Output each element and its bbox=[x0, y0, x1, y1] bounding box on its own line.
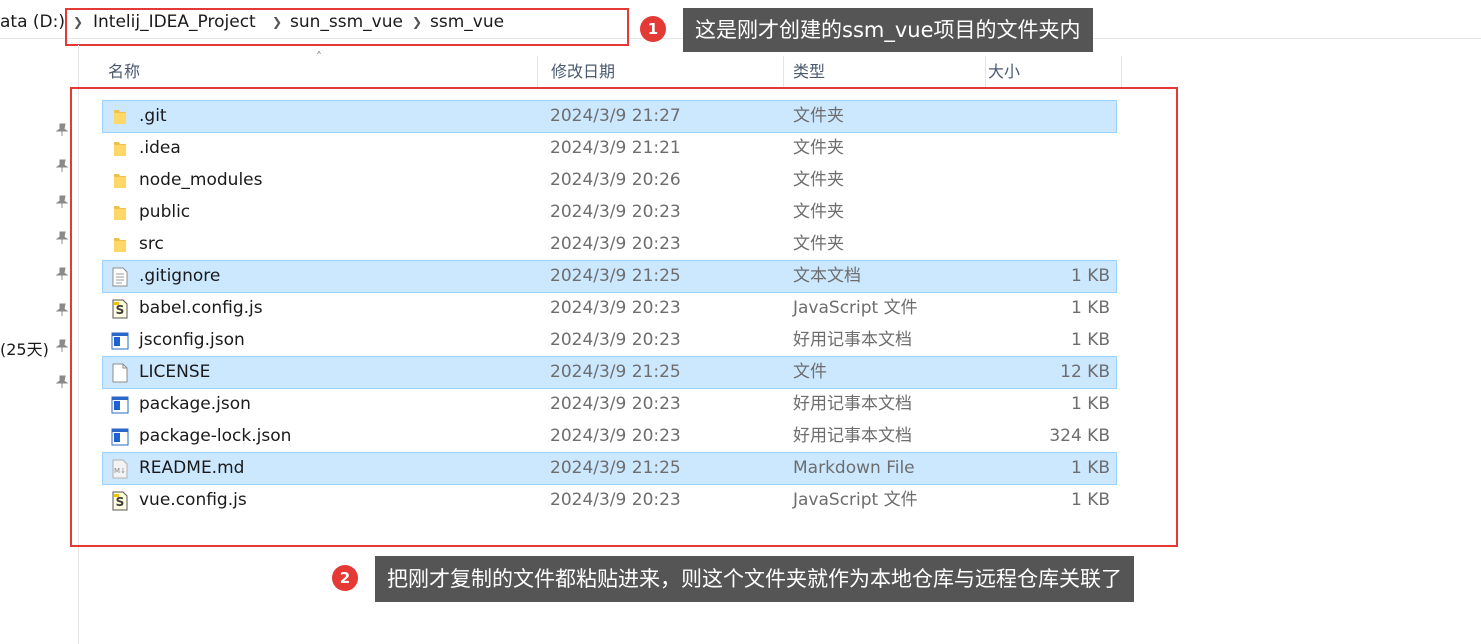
column-header-size[interactable]: 大小 bbox=[974, 52, 1124, 88]
nav-item-partial[interactable]: (25天) bbox=[0, 336, 49, 360]
file-explorer: ata (D:) ❯ Intelij_IDEA_Project ❯ sun_ss… bbox=[0, 0, 1481, 644]
pin-icon[interactable] bbox=[56, 267, 68, 281]
pin-icon[interactable] bbox=[56, 159, 68, 173]
annotation-box-address bbox=[65, 8, 629, 46]
pin-icon[interactable] bbox=[56, 123, 68, 137]
annotation-callout-1: 这是刚才创建的ssm_vue项目的文件夹内 bbox=[683, 8, 1093, 52]
annotation-callout-2: 把刚才复制的文件都粘贴进来，则这个文件夹就作为本地仓库与远程仓库关联了 bbox=[375, 556, 1134, 602]
pin-icon[interactable] bbox=[56, 303, 68, 317]
column-divider[interactable] bbox=[1121, 56, 1122, 88]
annotation-number-1: 1 bbox=[640, 16, 666, 42]
pin-icon[interactable] bbox=[56, 195, 68, 209]
pin-icon[interactable] bbox=[56, 231, 68, 245]
annotation-box-files bbox=[70, 87, 1178, 547]
pin-icon[interactable] bbox=[56, 339, 68, 353]
drive-crumb[interactable]: ata (D:) bbox=[0, 12, 65, 32]
pin-icon[interactable] bbox=[56, 375, 68, 389]
annotation-number-2: 2 bbox=[332, 565, 358, 591]
column-header-type[interactable]: 类型 bbox=[779, 52, 985, 88]
column-headers: 名称 修改日期 类型 大小 bbox=[94, 52, 1124, 88]
column-header-name[interactable]: 名称 bbox=[94, 52, 537, 88]
column-header-modified[interactable]: 修改日期 bbox=[537, 52, 783, 88]
